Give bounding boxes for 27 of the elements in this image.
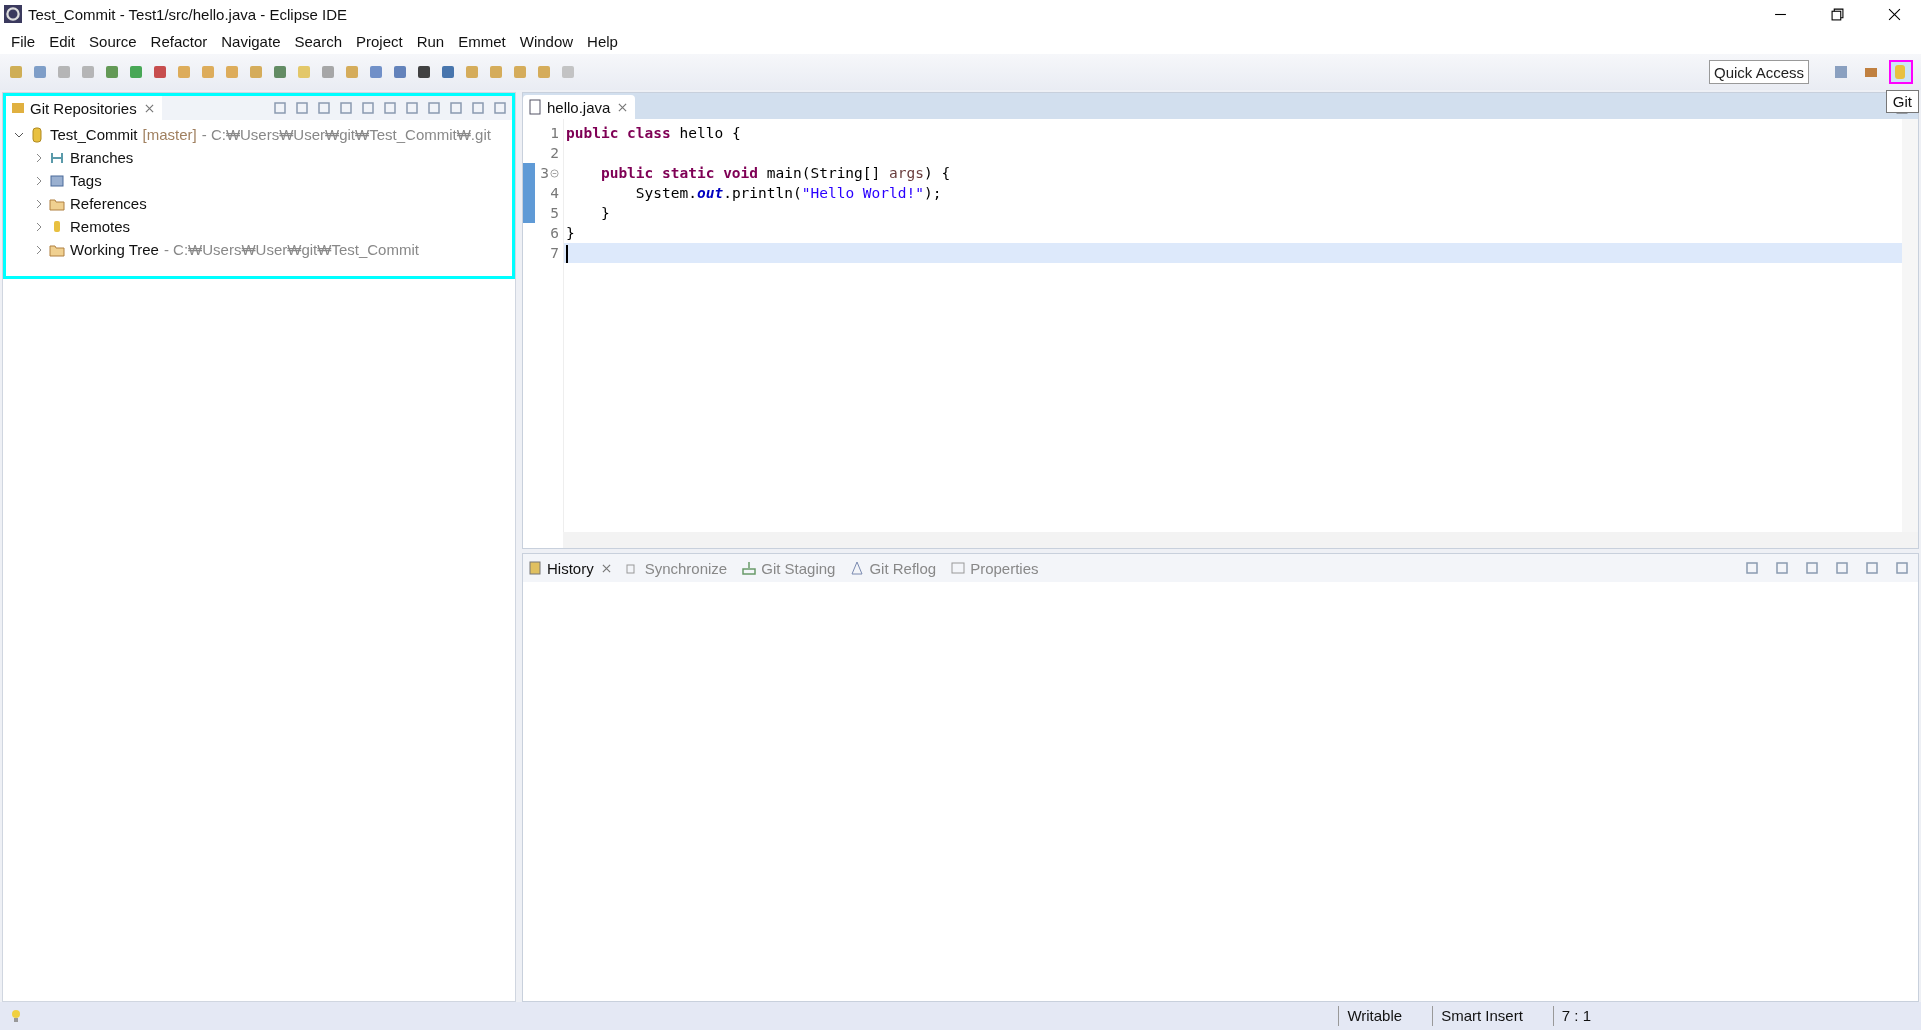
tab-label: History [547, 559, 594, 577]
line-number: 3 [540, 165, 549, 181]
view-title: Git Repositories [30, 99, 137, 117]
branch-label: [master] [142, 126, 197, 143]
line-number: 2 [550, 145, 559, 161]
tooltip: Git [1885, 90, 1919, 113]
path-label: - C:₩Users₩User₩git₩Test_Commit [163, 241, 419, 258]
path-label: - C:₩Users₩User₩git₩Test_Commit₩.git [201, 126, 491, 143]
line-number: 7 [550, 245, 559, 261]
tab-label: Git Staging [761, 559, 836, 577]
status-field: 7 : 1 [1552, 1006, 1621, 1026]
status-field: Smart Insert [1432, 1006, 1553, 1026]
code-line: } [565, 224, 576, 243]
line-number: 5 [550, 205, 559, 221]
code-line: public static void main(String[] args) { [599, 164, 952, 183]
window-title: Test_Commit - Test1/src/hello.java - Eclipse IDE [28, 5, 347, 23]
code-line: } [599, 204, 611, 223]
code-line: System.out.println("Hello World!"); [634, 184, 943, 203]
tab-label: Properties [970, 559, 1039, 577]
tab-label: Synchronize [644, 559, 728, 577]
line-number: 1 [550, 125, 559, 141]
tab-label: hello.java [547, 98, 611, 116]
line-number: 6 [550, 225, 559, 241]
code-line: public class hello { [565, 124, 742, 143]
line-number: 4 [550, 185, 559, 201]
status-field: Writable [1338, 1006, 1433, 1026]
tab-label: Git Reflog [869, 559, 937, 577]
